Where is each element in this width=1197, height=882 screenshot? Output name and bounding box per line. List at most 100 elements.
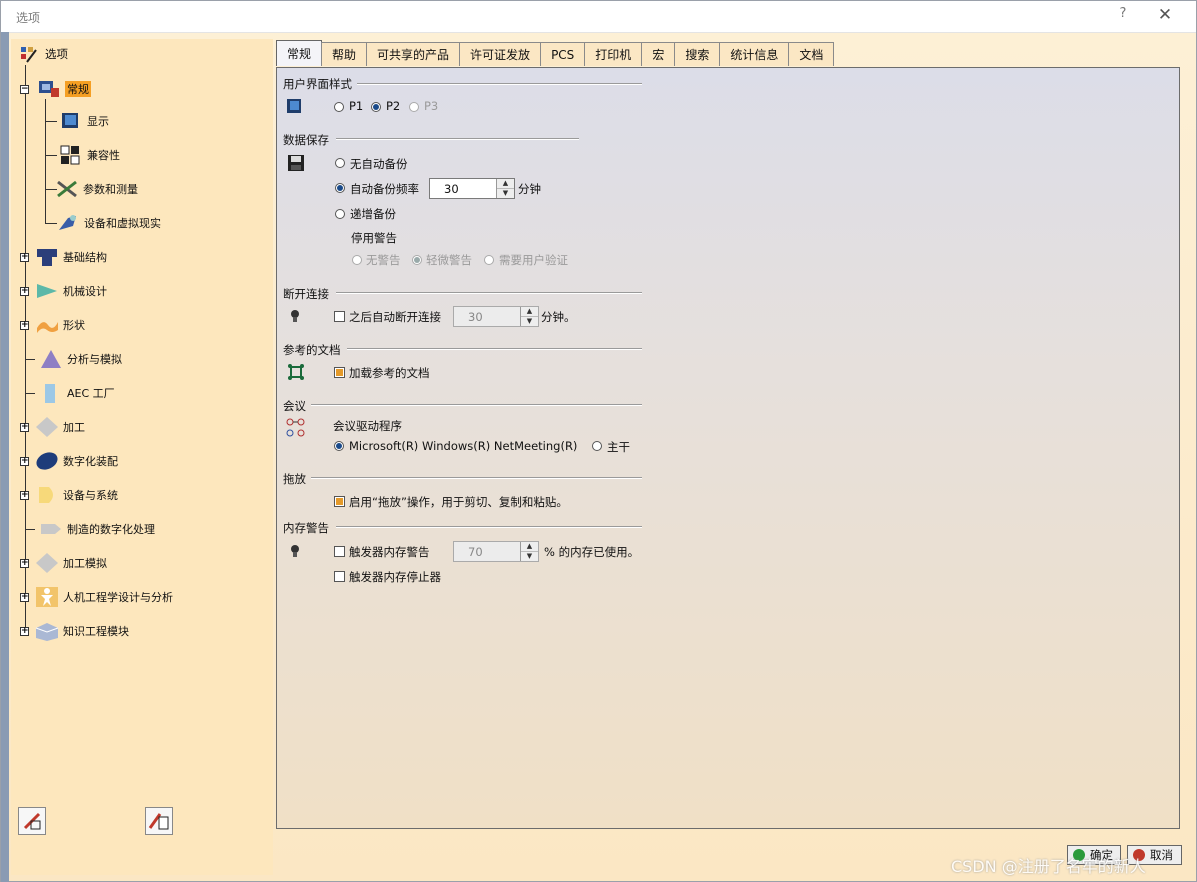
enable-drag-drop-label: 启用“拖放”操作，用于剪切、复制和粘贴。 <box>349 495 568 509</box>
expand-icon[interactable]: + <box>20 456 29 466</box>
stepper-down-icon[interactable]: ▼ <box>521 317 538 326</box>
tree-item-display[interactable]: 显示 <box>57 109 109 133</box>
tree-item-label: 兼容性 <box>87 149 120 162</box>
radio-netmeeting[interactable] <box>334 441 344 451</box>
memory-stop-checkbox[interactable] <box>334 571 345 582</box>
devices-vr-icon <box>56 212 80 234</box>
stepper-up-icon[interactable]: ▲ <box>497 179 514 189</box>
stepper-down-icon[interactable]: ▼ <box>521 552 538 561</box>
radio-light-warning[interactable] <box>412 255 422 265</box>
tab-pcs[interactable]: PCS <box>540 42 586 66</box>
tab-statistics[interactable]: 统计信息 <box>719 42 790 66</box>
stepper-up-icon[interactable]: ▲ <box>521 307 538 317</box>
expand-icon[interactable]: + <box>20 558 29 568</box>
radio-user-verify[interactable] <box>484 255 494 265</box>
tree-item-label: 显示 <box>87 115 109 128</box>
expand-icon[interactable]: + <box>20 626 29 636</box>
tree-root[interactable]: 选项 <box>19 44 68 64</box>
section-divider <box>311 477 642 479</box>
tree-item-devices-vr[interactable]: 设备和虚拟现实 <box>54 211 161 235</box>
export-icon <box>148 813 169 830</box>
tab-general[interactable]: 常规 <box>276 40 323 66</box>
tab-licensing[interactable]: 许可证发放 <box>459 42 542 66</box>
radio-no-backup[interactable] <box>335 158 345 168</box>
radio-p3-label: P3 <box>424 99 439 113</box>
radio-auto-backup[interactable] <box>335 183 345 193</box>
expand-icon[interactable]: + <box>20 320 29 330</box>
machining-simulation-icon <box>35 552 59 574</box>
expand-icon[interactable]: + <box>20 422 29 432</box>
tree-item-parameters[interactable]: 参数和测量 <box>53 177 138 201</box>
tab-shareable-products[interactable]: 可共享的产品 <box>366 42 461 66</box>
tab-macros[interactable]: 宏 <box>641 42 676 66</box>
tree-item-label: 人机工程学设计与分析 <box>63 591 173 604</box>
tree-item-analysis[interactable]: 分析与模拟 <box>37 347 122 371</box>
radio-backbone[interactable] <box>592 441 602 451</box>
window-title: 选项 <box>16 11 41 25</box>
tree-item-digital-manufacturing[interactable]: 制造的数字化处理 <box>37 517 155 541</box>
expand-icon[interactable]: + <box>20 592 29 602</box>
tree-item-machining-simulation[interactable]: + 加工模拟 <box>20 551 107 575</box>
tree-item-shape[interactable]: + 形状 <box>20 313 85 337</box>
parameters-icon <box>55 178 79 200</box>
stepper-buttons: ▲ ▼ <box>520 307 538 326</box>
no-backup-label: 无自动备份 <box>350 157 408 171</box>
export-options-button[interactable] <box>145 807 173 835</box>
expand-icon[interactable]: + <box>20 286 29 296</box>
tab-help[interactable]: 帮助 <box>321 42 368 66</box>
section-title-memory: 内存警告 <box>283 521 329 535</box>
collapse-icon[interactable]: − <box>20 84 29 94</box>
stepper-up-icon[interactable]: ▲ <box>521 542 538 552</box>
expand-icon[interactable]: + <box>20 490 29 500</box>
radio-p3[interactable] <box>409 102 419 112</box>
shape-icon <box>35 314 59 336</box>
load-referenced-docs-checkbox[interactable] <box>334 367 345 378</box>
radio-p2[interactable] <box>371 102 381 112</box>
tree-item-infrastructure[interactable]: + 基础结构 <box>20 245 107 269</box>
tab-search[interactable]: 搜索 <box>674 42 721 66</box>
section-title-ui-style: 用户界面样式 <box>283 77 352 91</box>
options-root-icon <box>21 47 37 63</box>
tree-item-general[interactable]: − 常规 <box>20 77 91 101</box>
tree-item-aec-plant[interactable]: AEC 工厂 <box>37 381 115 405</box>
tree-item-mechanical-design[interactable]: + 机械设计 <box>20 279 107 303</box>
tree-item-equipment[interactable]: + 设备与系统 <box>20 483 118 507</box>
tree-item-label: 知识工程模块 <box>63 625 129 638</box>
memory-warning-checkbox[interactable] <box>334 546 345 557</box>
tree-item-label: 机械设计 <box>63 285 107 298</box>
tab-document[interactable]: 文档 <box>788 42 835 66</box>
radio-incremental-backup[interactable] <box>335 209 345 219</box>
digital-manufacturing-icon <box>39 518 63 540</box>
tree-item-compatibility[interactable]: 兼容性 <box>57 143 120 167</box>
enable-drag-drop-checkbox[interactable] <box>334 496 345 507</box>
section-divider <box>336 292 642 294</box>
expand-icon[interactable]: + <box>20 252 29 262</box>
section-title-drag-drop: 拖放 <box>283 472 306 486</box>
auto-disconnect-checkbox[interactable] <box>334 311 345 322</box>
tree-item-label: 参数和测量 <box>83 183 138 196</box>
radio-no-warning[interactable] <box>352 255 362 265</box>
close-button[interactable]: ✕ <box>1154 4 1176 26</box>
tree-item-knowledgeware[interactable]: + 知识工程模块 <box>20 619 129 643</box>
auto-backup-stepper[interactable]: 30 ▲ ▼ <box>429 178 515 199</box>
tree-item-digital-mockup[interactable]: + 数字化装配 <box>20 449 118 473</box>
tree-item-machining[interactable]: + 加工 <box>20 415 85 439</box>
disconnect-stepper[interactable]: 30 ▲ ▼ <box>453 306 539 327</box>
help-button[interactable]: ? <box>1116 6 1130 24</box>
reset-options-button[interactable] <box>18 807 46 835</box>
auto-backup-unit: 分钟 <box>518 182 541 196</box>
section-title-referenced-docs: 参考的文档 <box>283 343 341 357</box>
section-divider <box>311 404 642 406</box>
auto-backup-value: 30 <box>444 182 459 196</box>
radio-p1-label: P1 <box>349 99 364 113</box>
tree-item-label: AEC 工厂 <box>67 387 115 400</box>
tab-printers[interactable]: 打印机 <box>584 42 643 66</box>
memory-stepper[interactable]: 70 ▲ ▼ <box>453 541 539 562</box>
tree-item-label: 加工模拟 <box>63 557 107 570</box>
tree-item-ergonomics[interactable]: + 人机工程学设计与分析 <box>20 585 173 609</box>
radio-p1[interactable] <box>334 102 344 112</box>
radio-p2-label: P2 <box>386 99 401 113</box>
stepper-down-icon[interactable]: ▼ <box>497 189 514 198</box>
tree-line <box>25 529 35 530</box>
user-verify-label: 需要用户验证 <box>499 253 568 267</box>
